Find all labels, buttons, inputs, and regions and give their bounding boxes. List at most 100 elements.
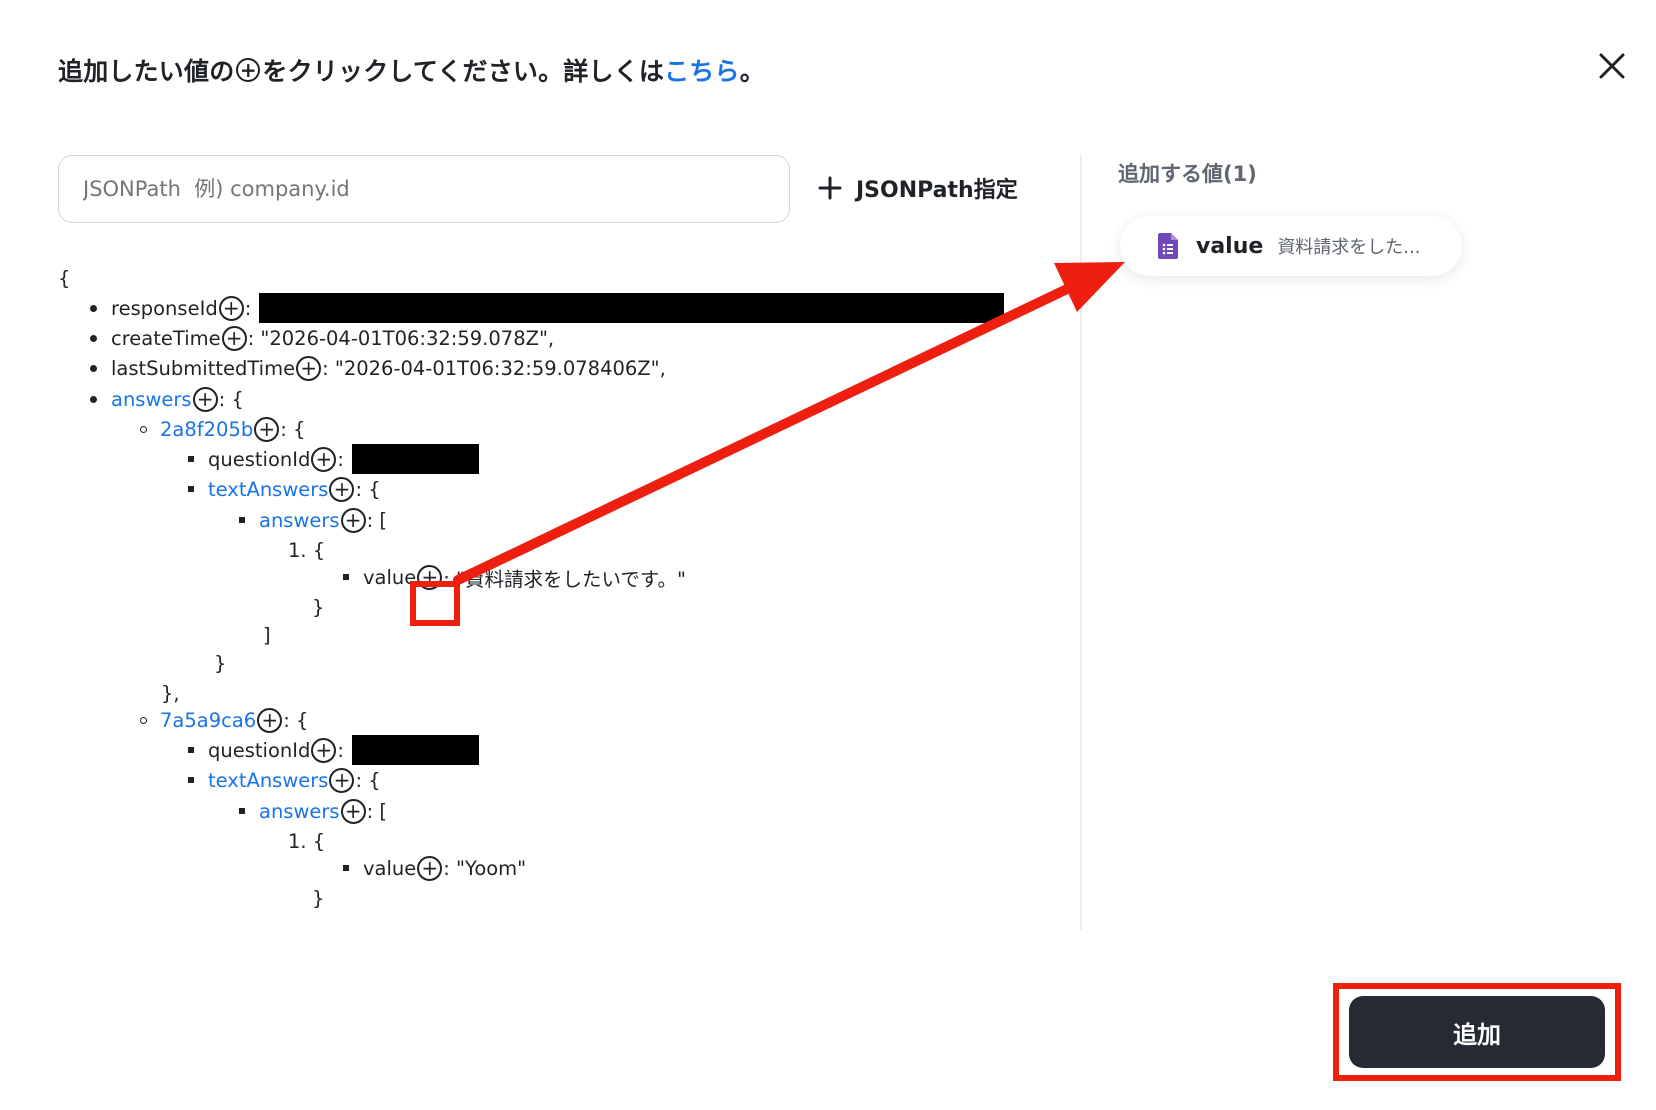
key-question-2[interactable]: 7a5a9ca6 (160, 709, 256, 732)
add-button[interactable]: 追加 (1349, 996, 1605, 1068)
key-textanswers[interactable]: textAnswers (208, 478, 328, 501)
chip-value: 資料請求をした... (1277, 237, 1421, 258)
object-open: : { (355, 477, 381, 501)
tree-open-brace: { (58, 266, 71, 290)
add-value-plus-icon[interactable]: + (311, 446, 337, 472)
close-brace: } (312, 886, 325, 910)
colon: : (337, 447, 344, 471)
key-createtime: createTime (111, 326, 221, 350)
tree-row-createtime: createTime + : "2026-04-01T06:32:59.078Z… (90, 323, 554, 353)
key-responseid: responseId (111, 296, 218, 320)
key-question-1[interactable]: 2a8f205b (160, 418, 253, 441)
jsonpath-specify-label: JSONPath指定 (856, 178, 1018, 203)
value-createtime: : "2026-04-01T06:32:59.078Z", (247, 326, 555, 350)
tree-row-responseid: responseId + : (90, 293, 1005, 323)
tree-row-answers: answers + : { (90, 384, 244, 414)
bullet (140, 716, 147, 724)
panel-divider (1080, 155, 1082, 930)
jsonpath-specify-button[interactable]: JSONPath指定 (818, 172, 1018, 204)
value-answer-2: : "Yoom" (443, 856, 527, 880)
redacted-value (259, 293, 1005, 323)
close-bracket: ] (263, 623, 271, 647)
selected-values-title: 追加する値(1) (1118, 162, 1257, 186)
close-brace: } (312, 595, 325, 619)
chip-key: value (1196, 233, 1264, 259)
bullet (90, 395, 97, 403)
tree-row-q1-item: 1. { (288, 538, 326, 562)
value-lastsubmittedtime: : "2026-04-01T06:32:59.078406Z", (322, 356, 666, 380)
close-icon[interactable] (1594, 48, 1630, 84)
add-value-plus-icon[interactable]: + (340, 798, 366, 824)
value-answer-1: : "資料請求をしたいです。" (443, 567, 686, 591)
object-open: : { (355, 768, 381, 792)
instruction-text-start: 追加したい値の (58, 57, 235, 86)
bullet (239, 808, 245, 814)
add-value-plus-icon[interactable]: + (340, 507, 366, 533)
bullet (90, 304, 97, 312)
bullet (90, 364, 97, 372)
tree-row-q2-answers: answers + : [ (239, 796, 387, 826)
key-textanswers[interactable]: textAnswers (208, 769, 328, 792)
add-value-plus-icon[interactable]: + (254, 416, 280, 442)
tree-row-q1-textanswers: textAnswers + : { (188, 474, 381, 504)
tree-row-q2-textanswers: textAnswers + : { (188, 765, 381, 795)
plus-circle-icon: + (236, 58, 261, 82)
bullet (188, 486, 194, 492)
key-answers[interactable]: answers (259, 800, 340, 823)
key-lastsubmittedtime: lastSubmittedTime (111, 356, 296, 380)
bullet (343, 865, 349, 871)
add-value-plus-icon[interactable]: + (296, 355, 322, 381)
object-open: : { (218, 387, 244, 411)
google-forms-icon (1158, 233, 1178, 259)
bullet (239, 517, 245, 523)
tree-row-q2: 7a5a9ca6 + : { (140, 705, 308, 735)
add-value-plus-icon-highlighted[interactable]: + (417, 564, 443, 590)
add-value-plus-icon[interactable]: + (329, 767, 355, 793)
colon: : (244, 296, 252, 320)
add-value-plus-icon[interactable]: + (221, 325, 247, 351)
add-value-plus-icon[interactable]: + (257, 707, 283, 733)
array-open: : [ (366, 508, 387, 532)
key-value: value (363, 565, 417, 589)
instruction-text-middle: をクリックしてください。詳しくは (262, 57, 665, 86)
object-open: : { (280, 417, 306, 441)
tree-row-q1-value: value + : "資料請求をしたいです。" (343, 562, 686, 592)
redacted-value (351, 735, 479, 765)
key-questionid: questionId (208, 447, 311, 471)
jsonpath-input[interactable] (58, 155, 790, 223)
add-value-plus-icon[interactable]: + (329, 476, 355, 502)
array-open: : [ (366, 799, 387, 823)
instruction-text: 追加したい値の + をクリックしてください。詳しくは こちら 。 (58, 52, 765, 88)
tree-row-q2-questionid: questionId + : (188, 735, 479, 765)
key-answers[interactable]: answers (111, 388, 192, 411)
bullet (188, 747, 194, 753)
object-open: : { (283, 708, 309, 732)
close-brace-comma: }, (161, 681, 180, 705)
close-brace: } (214, 651, 227, 675)
bullet (90, 334, 97, 342)
tree-row-lastsubmittedtime: lastSubmittedTime + : "2026-04-01T06:32:… (90, 353, 666, 383)
colon: : (337, 738, 344, 762)
key-value: value (363, 856, 417, 880)
selected-value-chip[interactable]: value 資料請求をした... (1120, 216, 1462, 276)
tree-row-q1-questionid: questionId + : (188, 444, 479, 474)
tree-row-q1: 2a8f205b + : { (140, 414, 305, 444)
tree-row-q2-item: 1. { (288, 829, 326, 853)
bullet (188, 777, 194, 783)
bullet (140, 425, 147, 433)
bullet (343, 574, 349, 580)
add-value-plus-icon[interactable]: + (192, 386, 218, 412)
key-questionid: questionId (208, 738, 311, 762)
plus-icon (818, 176, 842, 200)
tree-row-q1-answers: answers + : [ (239, 505, 387, 535)
help-link[interactable]: こちら (664, 52, 740, 88)
bullet (188, 456, 194, 462)
add-value-plus-icon[interactable]: + (311, 737, 337, 763)
key-answers[interactable]: answers (259, 509, 340, 532)
add-value-plus-icon[interactable]: + (417, 855, 443, 881)
add-value-plus-icon[interactable]: + (218, 295, 244, 321)
instruction-text-end: 。 (739, 57, 765, 86)
redacted-value (351, 444, 479, 474)
json-tree: { responseId + : createTime + : "2026-04… (58, 262, 1068, 930)
tree-row-q2-value: value + : "Yoom" (343, 853, 526, 883)
